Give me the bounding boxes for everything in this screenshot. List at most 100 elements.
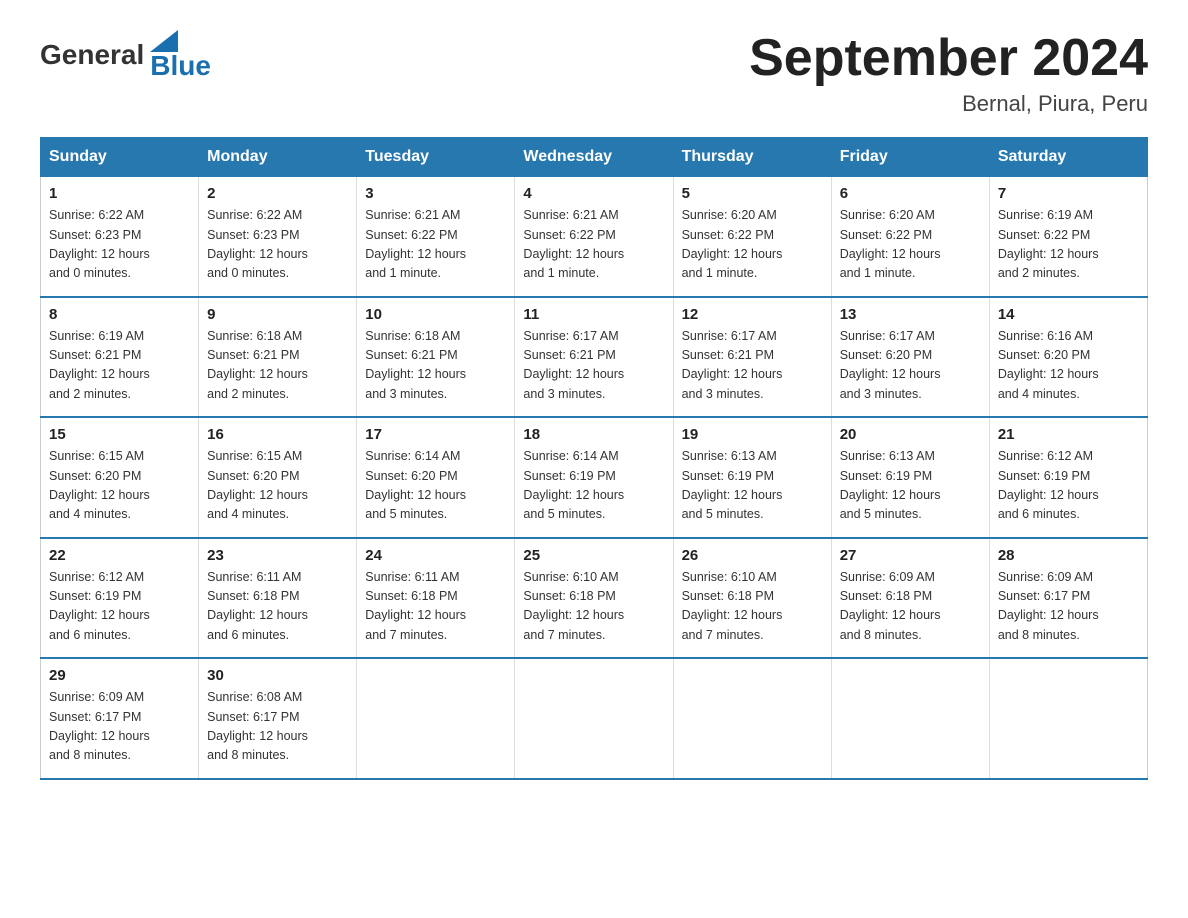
day-info: Sunrise: 6:10 AM Sunset: 6:18 PM Dayligh… xyxy=(682,568,823,646)
day-number: 29 xyxy=(49,667,190,684)
header-friday: Friday xyxy=(831,138,989,177)
day-info: Sunrise: 6:11 AM Sunset: 6:18 PM Dayligh… xyxy=(365,568,506,646)
day-info: Sunrise: 6:22 AM Sunset: 6:23 PM Dayligh… xyxy=(207,206,348,284)
week-row-1: 1 Sunrise: 6:22 AM Sunset: 6:23 PM Dayli… xyxy=(41,177,1148,297)
day-number: 9 xyxy=(207,306,348,323)
day-info: Sunrise: 6:18 AM Sunset: 6:21 PM Dayligh… xyxy=(207,327,348,405)
calendar-header-row: SundayMondayTuesdayWednesdayThursdayFrid… xyxy=(41,138,1148,177)
day-number: 6 xyxy=(840,185,981,202)
header-saturday: Saturday xyxy=(989,138,1147,177)
calendar-cell: 15 Sunrise: 6:15 AM Sunset: 6:20 PM Dayl… xyxy=(41,417,199,538)
calendar-cell: 10 Sunrise: 6:18 AM Sunset: 6:21 PM Dayl… xyxy=(357,297,515,418)
day-number: 7 xyxy=(998,185,1139,202)
calendar-cell: 14 Sunrise: 6:16 AM Sunset: 6:20 PM Dayl… xyxy=(989,297,1147,418)
day-number: 30 xyxy=(207,667,348,684)
calendar-cell: 6 Sunrise: 6:20 AM Sunset: 6:22 PM Dayli… xyxy=(831,177,989,297)
day-info: Sunrise: 6:15 AM Sunset: 6:20 PM Dayligh… xyxy=(207,447,348,525)
day-number: 5 xyxy=(682,185,823,202)
day-number: 13 xyxy=(840,306,981,323)
calendar-cell: 18 Sunrise: 6:14 AM Sunset: 6:19 PM Dayl… xyxy=(515,417,673,538)
day-number: 4 xyxy=(523,185,664,202)
day-number: 2 xyxy=(207,185,348,202)
day-number: 12 xyxy=(682,306,823,323)
calendar-cell xyxy=(831,658,989,779)
calendar-cell: 27 Sunrise: 6:09 AM Sunset: 6:18 PM Dayl… xyxy=(831,538,989,659)
header-monday: Monday xyxy=(199,138,357,177)
day-number: 19 xyxy=(682,426,823,443)
day-number: 28 xyxy=(998,547,1139,564)
day-number: 8 xyxy=(49,306,190,323)
day-number: 10 xyxy=(365,306,506,323)
calendar-cell: 22 Sunrise: 6:12 AM Sunset: 6:19 PM Dayl… xyxy=(41,538,199,659)
calendar-cell: 17 Sunrise: 6:14 AM Sunset: 6:20 PM Dayl… xyxy=(357,417,515,538)
day-info: Sunrise: 6:12 AM Sunset: 6:19 PM Dayligh… xyxy=(49,568,190,646)
calendar-cell: 3 Sunrise: 6:21 AM Sunset: 6:22 PM Dayli… xyxy=(357,177,515,297)
page-header: General Blue September 2024 Bernal, Piur… xyxy=(40,30,1148,117)
week-row-5: 29 Sunrise: 6:09 AM Sunset: 6:17 PM Dayl… xyxy=(41,658,1148,779)
header-wednesday: Wednesday xyxy=(515,138,673,177)
day-number: 3 xyxy=(365,185,506,202)
day-info: Sunrise: 6:21 AM Sunset: 6:22 PM Dayligh… xyxy=(523,206,664,284)
day-info: Sunrise: 6:17 AM Sunset: 6:20 PM Dayligh… xyxy=(840,327,981,405)
day-info: Sunrise: 6:16 AM Sunset: 6:20 PM Dayligh… xyxy=(998,327,1139,405)
location: Bernal, Piura, Peru xyxy=(749,91,1148,117)
logo-text-general: General xyxy=(40,39,144,71)
calendar-cell: 25 Sunrise: 6:10 AM Sunset: 6:18 PM Dayl… xyxy=(515,538,673,659)
day-number: 22 xyxy=(49,547,190,564)
day-number: 17 xyxy=(365,426,506,443)
day-info: Sunrise: 6:17 AM Sunset: 6:21 PM Dayligh… xyxy=(523,327,664,405)
calendar-cell: 12 Sunrise: 6:17 AM Sunset: 6:21 PM Dayl… xyxy=(673,297,831,418)
day-number: 1 xyxy=(49,185,190,202)
logo-triangle-icon xyxy=(150,30,178,52)
calendar-cell: 21 Sunrise: 6:12 AM Sunset: 6:19 PM Dayl… xyxy=(989,417,1147,538)
day-number: 25 xyxy=(523,547,664,564)
day-number: 21 xyxy=(998,426,1139,443)
header-tuesday: Tuesday xyxy=(357,138,515,177)
day-info: Sunrise: 6:19 AM Sunset: 6:21 PM Dayligh… xyxy=(49,327,190,405)
day-info: Sunrise: 6:11 AM Sunset: 6:18 PM Dayligh… xyxy=(207,568,348,646)
day-number: 24 xyxy=(365,547,506,564)
calendar-cell: 26 Sunrise: 6:10 AM Sunset: 6:18 PM Dayl… xyxy=(673,538,831,659)
day-info: Sunrise: 6:12 AM Sunset: 6:19 PM Dayligh… xyxy=(998,447,1139,525)
calendar-cell: 16 Sunrise: 6:15 AM Sunset: 6:20 PM Dayl… xyxy=(199,417,357,538)
day-number: 15 xyxy=(49,426,190,443)
calendar-cell: 11 Sunrise: 6:17 AM Sunset: 6:21 PM Dayl… xyxy=(515,297,673,418)
calendar-cell: 29 Sunrise: 6:09 AM Sunset: 6:17 PM Dayl… xyxy=(41,658,199,779)
calendar-cell xyxy=(673,658,831,779)
calendar-cell xyxy=(515,658,673,779)
calendar-cell: 1 Sunrise: 6:22 AM Sunset: 6:23 PM Dayli… xyxy=(41,177,199,297)
day-info: Sunrise: 6:14 AM Sunset: 6:19 PM Dayligh… xyxy=(523,447,664,525)
calendar-cell: 24 Sunrise: 6:11 AM Sunset: 6:18 PM Dayl… xyxy=(357,538,515,659)
day-info: Sunrise: 6:20 AM Sunset: 6:22 PM Dayligh… xyxy=(682,206,823,284)
day-info: Sunrise: 6:19 AM Sunset: 6:22 PM Dayligh… xyxy=(998,206,1139,284)
calendar-cell: 4 Sunrise: 6:21 AM Sunset: 6:22 PM Dayli… xyxy=(515,177,673,297)
calendar-cell xyxy=(357,658,515,779)
day-info: Sunrise: 6:13 AM Sunset: 6:19 PM Dayligh… xyxy=(840,447,981,525)
day-number: 20 xyxy=(840,426,981,443)
day-info: Sunrise: 6:15 AM Sunset: 6:20 PM Dayligh… xyxy=(49,447,190,525)
logo-text-blue: Blue xyxy=(150,52,211,80)
day-info: Sunrise: 6:09 AM Sunset: 6:17 PM Dayligh… xyxy=(998,568,1139,646)
title-block: September 2024 Bernal, Piura, Peru xyxy=(749,30,1148,117)
calendar-cell xyxy=(989,658,1147,779)
day-number: 18 xyxy=(523,426,664,443)
day-info: Sunrise: 6:13 AM Sunset: 6:19 PM Dayligh… xyxy=(682,447,823,525)
header-thursday: Thursday xyxy=(673,138,831,177)
week-row-3: 15 Sunrise: 6:15 AM Sunset: 6:20 PM Dayl… xyxy=(41,417,1148,538)
day-number: 11 xyxy=(523,306,664,323)
month-title: September 2024 xyxy=(749,30,1148,87)
week-row-2: 8 Sunrise: 6:19 AM Sunset: 6:21 PM Dayli… xyxy=(41,297,1148,418)
day-number: 16 xyxy=(207,426,348,443)
day-number: 27 xyxy=(840,547,981,564)
day-info: Sunrise: 6:17 AM Sunset: 6:21 PM Dayligh… xyxy=(682,327,823,405)
day-info: Sunrise: 6:22 AM Sunset: 6:23 PM Dayligh… xyxy=(49,206,190,284)
day-number: 23 xyxy=(207,547,348,564)
header-sunday: Sunday xyxy=(41,138,199,177)
day-info: Sunrise: 6:18 AM Sunset: 6:21 PM Dayligh… xyxy=(365,327,506,405)
day-info: Sunrise: 6:21 AM Sunset: 6:22 PM Dayligh… xyxy=(365,206,506,284)
calendar-cell: 2 Sunrise: 6:22 AM Sunset: 6:23 PM Dayli… xyxy=(199,177,357,297)
calendar-cell: 30 Sunrise: 6:08 AM Sunset: 6:17 PM Dayl… xyxy=(199,658,357,779)
day-info: Sunrise: 6:14 AM Sunset: 6:20 PM Dayligh… xyxy=(365,447,506,525)
calendar-cell: 5 Sunrise: 6:20 AM Sunset: 6:22 PM Dayli… xyxy=(673,177,831,297)
week-row-4: 22 Sunrise: 6:12 AM Sunset: 6:19 PM Dayl… xyxy=(41,538,1148,659)
